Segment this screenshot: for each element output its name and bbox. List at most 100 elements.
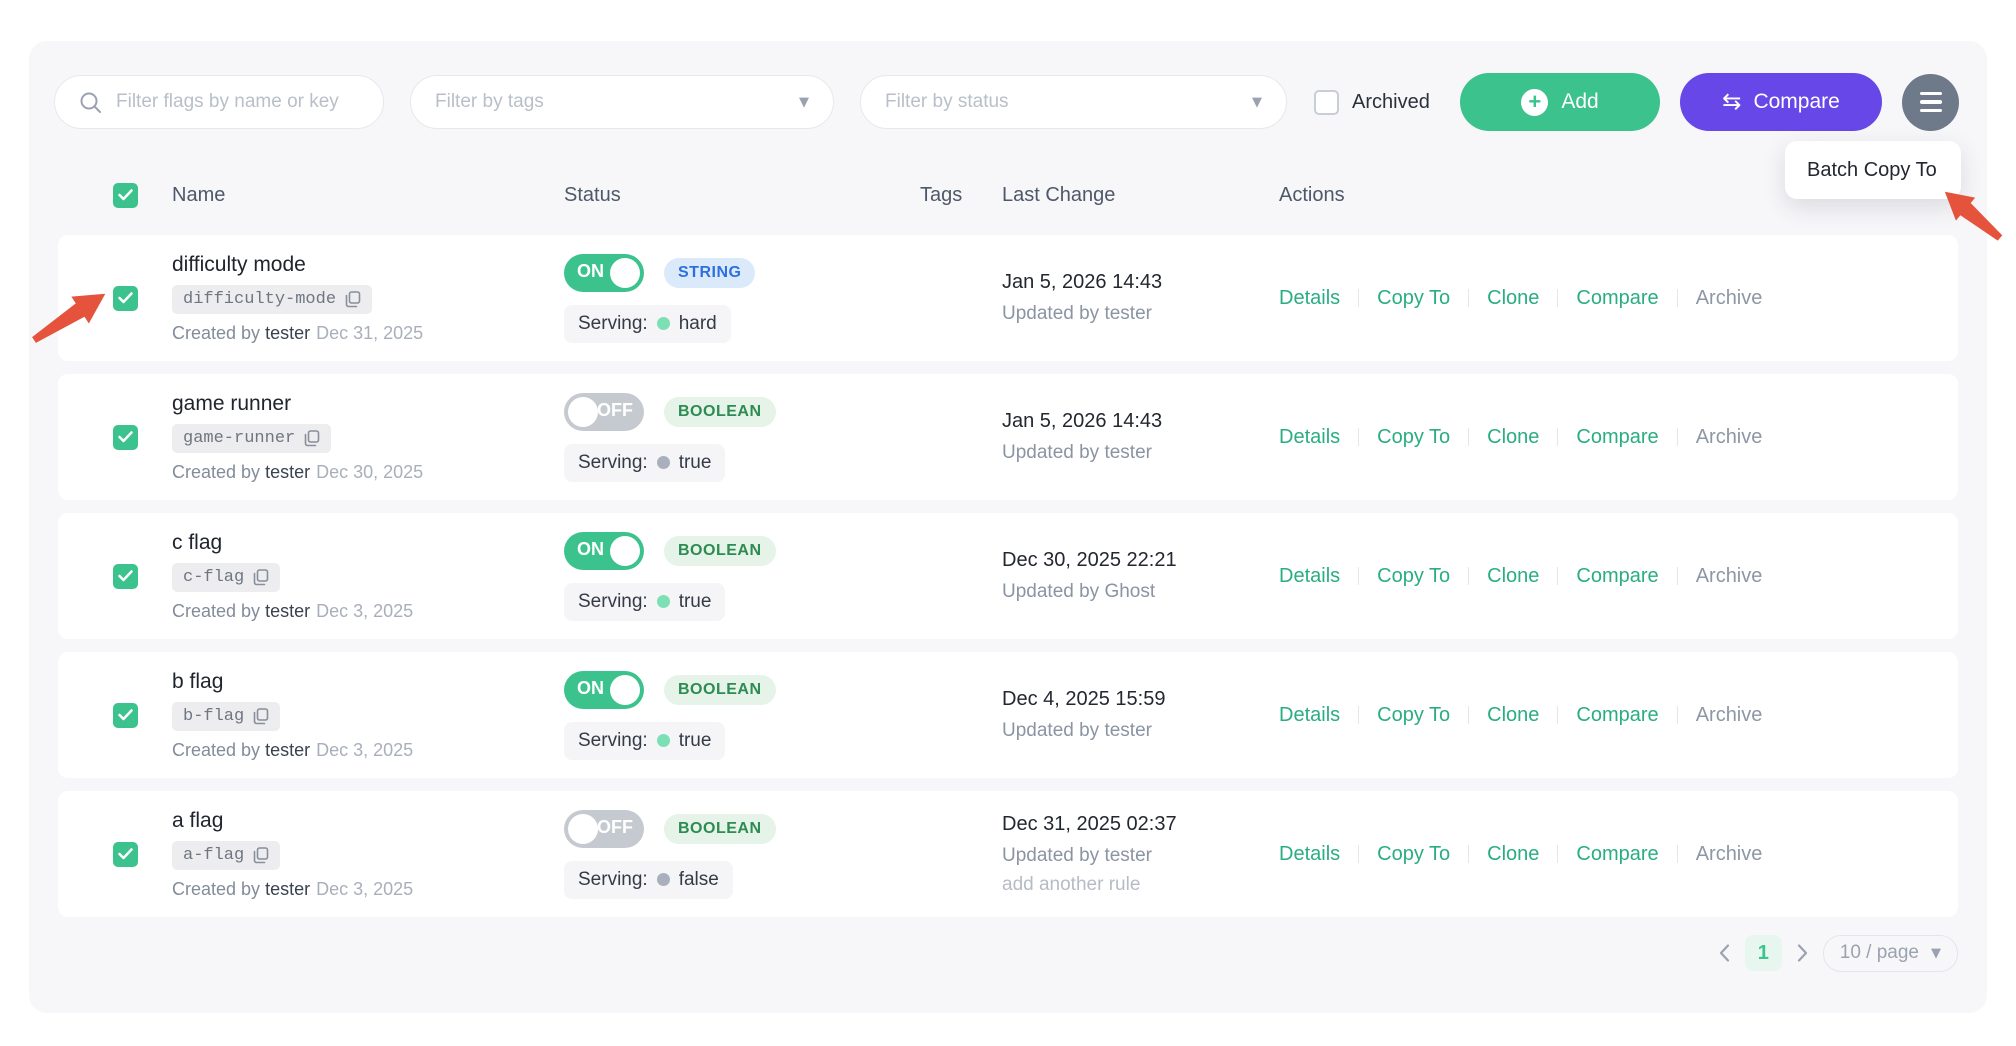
header-status: Status (564, 183, 621, 206)
copy-icon[interactable] (304, 429, 320, 447)
annotation-arrow-checkbox (32, 293, 106, 343)
flag-name: a flag (172, 808, 224, 832)
flag-toggle[interactable]: ON (564, 531, 644, 570)
flag-toggle[interactable]: ON (564, 253, 644, 292)
flag-toggle[interactable]: OFF (564, 809, 644, 848)
status-filter-select[interactable]: Filter by status ▼ (860, 75, 1287, 129)
copy-icon[interactable] (253, 707, 269, 725)
archived-checkbox[interactable] (1314, 89, 1339, 115)
copy-to-link[interactable]: Copy To (1377, 843, 1450, 866)
compare-button[interactable]: ⇆ Compare (1680, 73, 1882, 131)
row-checkbox[interactable] (113, 424, 138, 450)
serving-dot (656, 873, 670, 886)
archive-link[interactable]: Archive (1696, 565, 1763, 588)
archived-label: Archived (1352, 90, 1430, 113)
compare-button-label: Compare (1753, 90, 1840, 113)
filter-bar: Filter flags by name or key Filter by ta… (54, 73, 1959, 131)
prev-page-button[interactable] (1719, 944, 1730, 962)
serving-dot (656, 734, 670, 747)
type-badge: BOOLEAN (664, 535, 776, 566)
serving-dot (656, 317, 670, 330)
archive-link[interactable]: Archive (1696, 704, 1763, 727)
archived-filter: Archived (1314, 89, 1430, 115)
page-number[interactable]: 1 (1744, 935, 1782, 971)
table-row: difficulty mode difficulty-mode Created … (58, 235, 1958, 361)
flag-key: c-flag (183, 567, 245, 587)
last-change-by: Updated by tester (1002, 303, 1152, 324)
last-change-date: Jan 5, 2026 14:43 (1002, 410, 1163, 432)
table-row: c flag c-flag Created by tester Dec 3, 20… (58, 513, 1958, 639)
copy-icon[interactable] (253, 846, 269, 864)
details-link[interactable]: Details (1279, 565, 1340, 588)
compare-link[interactable]: Compare (1576, 565, 1658, 588)
flag-key: difficulty-mode (183, 289, 337, 309)
clone-link[interactable]: Clone (1487, 704, 1539, 727)
serving-chip: Serving: true (564, 582, 726, 621)
pagination: 1 10 / page ▼ (1719, 934, 1958, 972)
details-link[interactable]: Details (1279, 426, 1340, 449)
compare-link[interactable]: Compare (1576, 426, 1658, 449)
last-change-by: Updated by tester (1002, 442, 1152, 463)
compare-link[interactable]: Compare (1576, 287, 1658, 310)
header-name: Name (172, 183, 226, 206)
compare-link[interactable]: Compare (1576, 704, 1658, 727)
select-all-checkbox[interactable] (113, 182, 138, 208)
next-page-button[interactable] (1797, 944, 1808, 962)
clone-link[interactable]: Clone (1487, 565, 1539, 588)
last-change-by: Updated by Ghost (1002, 581, 1156, 602)
flag-key-chip[interactable]: game-runner (172, 423, 332, 453)
copy-to-link[interactable]: Copy To (1377, 287, 1450, 310)
hamburger-icon (1919, 91, 1942, 96)
archive-link[interactable]: Archive (1696, 426, 1763, 449)
details-link[interactable]: Details (1279, 704, 1340, 727)
last-change-date: Jan 5, 2026 14:43 (1002, 271, 1163, 293)
details-link[interactable]: Details (1279, 843, 1340, 866)
row-checkbox[interactable] (113, 702, 138, 728)
compare-link[interactable]: Compare (1576, 843, 1658, 866)
copy-icon[interactable] (253, 568, 269, 586)
add-button-label: Add (1561, 90, 1599, 113)
last-change-by: Updated by tester (1002, 844, 1152, 866)
flag-key-chip[interactable]: difficulty-mode (172, 284, 373, 314)
flag-created-meta: Created by tester Dec 3, 2025 (172, 739, 414, 760)
flag-key-chip[interactable]: c-flag (172, 562, 281, 592)
flag-toggle[interactable]: OFF (564, 392, 644, 431)
last-change-date: Dec 30, 2025 22:21 (1002, 549, 1177, 571)
row-checkbox[interactable] (113, 841, 138, 867)
serving-chip: Serving: true (564, 721, 726, 760)
search-input[interactable]: Filter flags by name or key (54, 75, 384, 129)
copy-icon[interactable] (345, 290, 361, 308)
clone-link[interactable]: Clone (1487, 287, 1539, 310)
clone-link[interactable]: Clone (1487, 843, 1539, 866)
serving-dot (656, 456, 670, 469)
tags-filter-select[interactable]: Filter by tags ▼ (410, 75, 834, 129)
serving-dot (656, 595, 670, 608)
header-last-change: Last Change (1002, 183, 1116, 206)
page-size-select[interactable]: 10 / page ▼ (1822, 934, 1958, 972)
flag-toggle[interactable]: ON (564, 670, 644, 709)
toggle-knob (610, 535, 640, 566)
copy-to-link[interactable]: Copy To (1377, 565, 1450, 588)
plus-icon: + (1521, 88, 1549, 116)
last-change-date: Dec 31, 2025 02:37 (1002, 812, 1177, 835)
details-link[interactable]: Details (1279, 287, 1340, 310)
archive-link[interactable]: Archive (1696, 843, 1763, 866)
flag-name: game runner (172, 391, 292, 415)
archive-link[interactable]: Archive (1696, 287, 1763, 310)
chevron-down-icon: ▼ (1931, 945, 1941, 961)
add-button[interactable]: + Add (1460, 73, 1660, 131)
row-checkbox[interactable] (113, 563, 138, 589)
flag-key-chip[interactable]: a-flag (172, 840, 281, 870)
serving-chip: Serving: true (564, 443, 726, 482)
flags-card: Filter flags by name or key Filter by ta… (29, 41, 1987, 1013)
flag-key: game-runner (183, 428, 296, 448)
last-change-date: Dec 4, 2025 15:59 (1002, 688, 1166, 710)
flag-created-meta: Created by tester Dec 3, 2025 (172, 600, 414, 621)
copy-to-link[interactable]: Copy To (1377, 426, 1450, 449)
clone-link[interactable]: Clone (1487, 426, 1539, 449)
flags-page: Filter flags by name or key Filter by ta… (0, 0, 2016, 1046)
more-actions-menu-button[interactable] (1902, 73, 1959, 131)
copy-to-link[interactable]: Copy To (1377, 704, 1450, 727)
flag-created-meta: Created by tester Dec 3, 2025 (172, 878, 414, 899)
flag-key-chip[interactable]: b-flag (172, 701, 281, 731)
